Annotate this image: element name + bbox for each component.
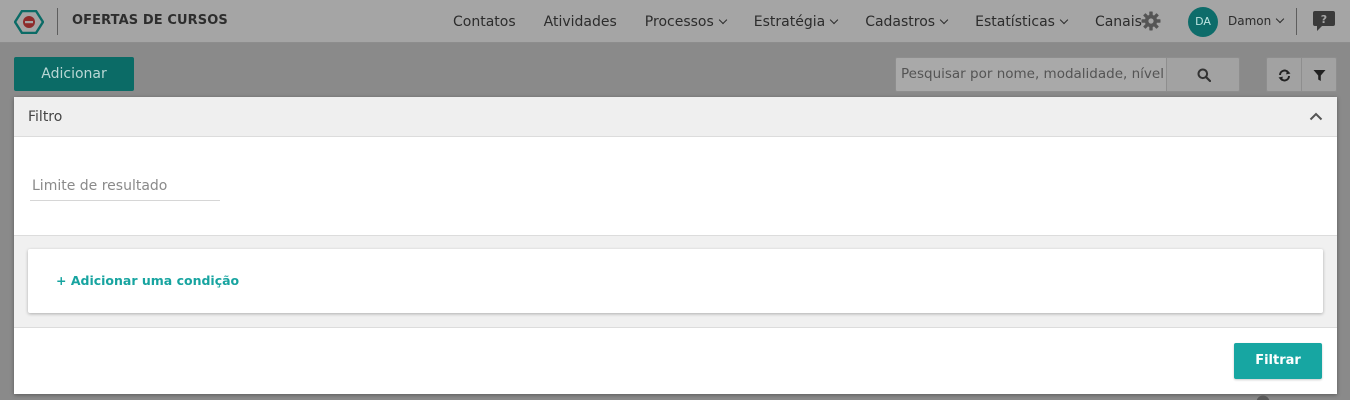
nav-label: Atividades — [543, 14, 617, 30]
add-button[interactable]: Adicionar — [14, 57, 134, 91]
refresh-icon — [1278, 69, 1291, 82]
user-name: Damon — [1228, 14, 1272, 28]
page-title: OFERTAS DE CURSOS — [72, 13, 228, 28]
nav-label: Estatísticas — [975, 14, 1055, 30]
chevron-up-icon[interactable] — [1309, 111, 1323, 121]
nav-atividades[interactable]: Atividades — [544, 14, 617, 30]
conditions-card: + Adicionar uma condição — [28, 249, 1323, 313]
gear-icon[interactable] — [1141, 11, 1161, 31]
limit-result-placeholder: Limite de resultado — [32, 178, 168, 194]
nav-label: Estratégia — [753, 14, 826, 30]
avatar[interactable]: DA — [1188, 7, 1218, 37]
chevron-down-icon — [1275, 14, 1285, 24]
filter-icon — [1313, 70, 1326, 81]
search-input[interactable]: Pesquisar por nome, modalidade, nível — [895, 57, 1166, 92]
filter-panel: Filtro Limite de resultado + Adicionar u… — [14, 97, 1337, 394]
search-icon — [1197, 68, 1211, 82]
filter-toggle-button[interactable] — [1301, 57, 1337, 92]
nav-processos[interactable]: Processos — [644, 14, 728, 30]
svg-text:?: ? — [1321, 13, 1327, 26]
help-chat-icon[interactable]: ? — [1312, 10, 1336, 32]
nav-label: Canais — [1094, 14, 1142, 30]
nav-estatisticas[interactable]: Estatísticas — [975, 14, 1069, 30]
nav-label: Cadastros — [865, 14, 936, 30]
filter-submit-button[interactable]: Filtrar — [1234, 343, 1322, 379]
top-navbar: OFERTAS DE CURSOS Contatos Atividades Pr… — [0, 0, 1350, 43]
add-condition-link[interactable]: + Adicionar uma condição — [56, 273, 239, 288]
filter-panel-header[interactable]: Filtro — [14, 97, 1337, 137]
user-menu[interactable]: Damon — [1228, 14, 1285, 28]
nav-label: Processos — [644, 14, 714, 30]
nav-estrategia[interactable]: Estratégia — [753, 14, 839, 30]
nav-label: Contatos — [453, 14, 516, 30]
divider — [57, 8, 58, 35]
divider — [1296, 8, 1297, 35]
chevron-down-icon — [718, 15, 728, 25]
chevron-down-icon — [1059, 15, 1069, 25]
logo-icon[interactable] — [14, 10, 44, 34]
gear-icon[interactable] — [1253, 392, 1273, 400]
nav-contatos[interactable]: Contatos — [453, 14, 516, 30]
conditions-area: + Adicionar uma condição — [14, 235, 1337, 328]
limit-result-field[interactable]: Limite de resultado — [30, 175, 220, 201]
chevron-down-icon — [829, 15, 839, 25]
chevron-down-icon — [939, 15, 949, 25]
filter-panel-title: Filtro — [28, 109, 63, 125]
nav-cadastros[interactable]: Cadastros — [865, 14, 949, 30]
main-nav: Contatos Atividades Processos Estratégia… — [453, 11, 1182, 33]
search-button[interactable] — [1166, 57, 1240, 92]
refresh-button[interactable] — [1266, 57, 1302, 92]
